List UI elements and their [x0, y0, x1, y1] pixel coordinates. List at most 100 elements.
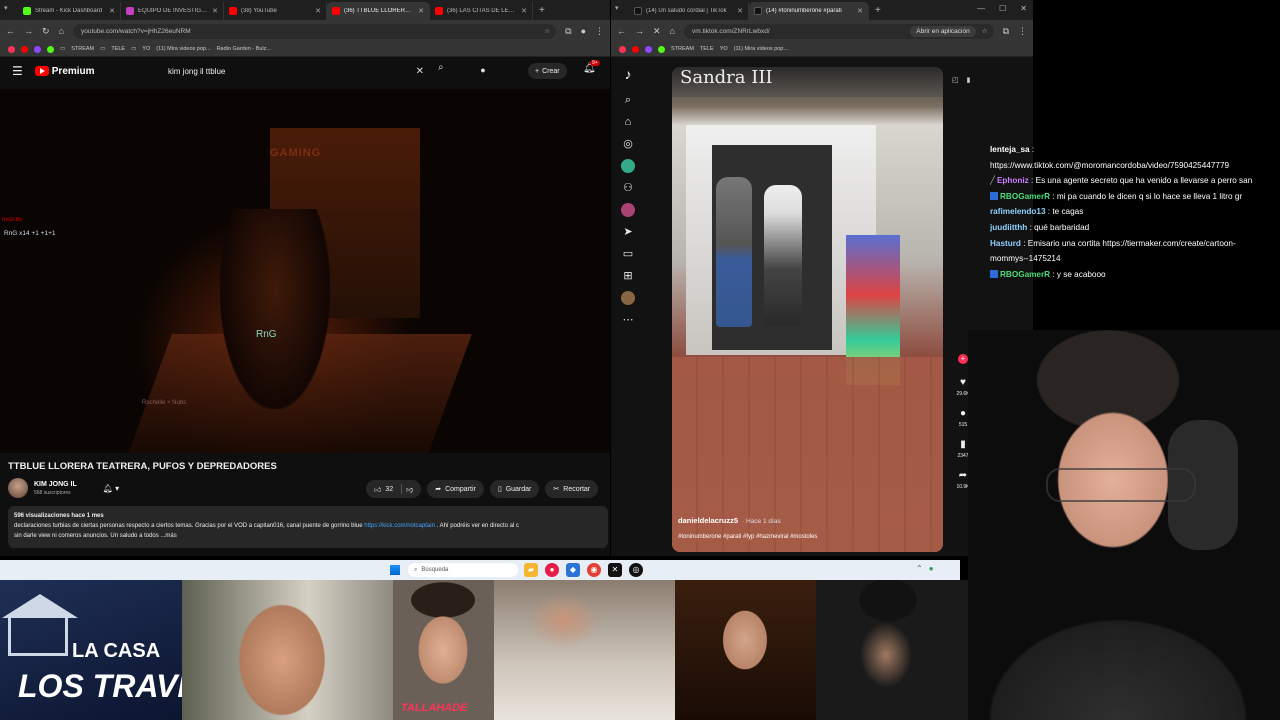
windows-start-icon[interactable] [390, 565, 400, 575]
profile-icon[interactable]: ● [581, 26, 586, 36]
forward-icon[interactable]: → [24, 26, 33, 36]
close-icon[interactable]: ✕ [212, 7, 218, 15]
star-icon[interactable]: ☆ [544, 27, 550, 35]
tab-menu-icon[interactable]: ▾ [4, 4, 8, 12]
thumbs-down-icon[interactable]: 👎︎ [406, 485, 413, 494]
tab-tiktok-saludo[interactable]: (14) Un saludo cordial | TikTok ✕ [629, 2, 749, 20]
new-tab-button[interactable]: + [533, 2, 551, 20]
bookmark-icon[interactable] [645, 45, 652, 53]
taskbar-search[interactable]: ⌕ Búsqueda [408, 563, 518, 577]
obs-icon[interactable]: ◎ [629, 563, 643, 577]
bookmark-stream[interactable]: STREAM [671, 46, 694, 52]
close-icon[interactable]: ✕ [521, 7, 527, 15]
search-icon[interactable]: ⌕ [621, 93, 635, 107]
url-field[interactable]: youtube.com/watch?v=jHhZ26euNRM ☆ [72, 23, 557, 39]
maximize-icon[interactable]: ☐ [999, 4, 1006, 13]
live-avatar-icon[interactable] [621, 203, 635, 217]
back-icon[interactable]: ← [6, 26, 15, 36]
bookmark-icon[interactable] [21, 45, 28, 53]
bookmark-yo[interactable]: YO [142, 46, 150, 52]
video-player[interactable]: GAMING RnG RnGKBlz RnG x14 +1 +1+1 Roche… [0, 89, 610, 453]
bookmark-icon[interactable] [658, 45, 665, 53]
share-button[interactable]: ➦ Compartir [427, 480, 484, 498]
tab-equipo[interactable]: EQUIPO DE INVESTIGAC ✕ [121, 2, 224, 20]
file-explorer-icon[interactable]: ▰ [524, 563, 538, 577]
channel-avatar[interactable] [8, 478, 28, 498]
tab-youtube[interactable]: (38) YouTube ✕ [224, 2, 327, 20]
bookmark-icon[interactable] [8, 45, 15, 53]
close-icon[interactable]: ✕ [418, 7, 424, 15]
close-icon[interactable]: ✕ [315, 7, 321, 15]
close-icon[interactable]: ✕ [857, 7, 863, 15]
bookmark-stream[interactable]: STREAM [71, 46, 94, 52]
tiktok-logo-icon[interactable]: ♪ [621, 67, 635, 81]
video-author[interactable]: danieldelacruzz5 · Hace 1 días [678, 516, 781, 525]
share-icon[interactable]: ➦ [959, 470, 967, 481]
more-icon[interactable]: ⋮ [595, 26, 604, 37]
bookmark-icon[interactable] [47, 45, 54, 53]
messages-icon[interactable]: ➤ [621, 225, 635, 239]
explore-icon[interactable]: ◎ [621, 137, 635, 151]
more-icon[interactable]: ⋯ [621, 313, 635, 327]
forward-icon[interactable]: → [635, 26, 644, 36]
channel-name[interactable]: KIM JONG IL [34, 481, 77, 488]
clip-button[interactable]: ✂ Recortar [545, 480, 599, 498]
close-window-icon[interactable]: ✕ [1020, 4, 1027, 13]
home-icon[interactable]: ⌂ [670, 26, 675, 36]
tiktok-video[interactable]: Sandra III danieldelacruzz5 · Hace 1 días… [672, 67, 943, 552]
tab-menu-icon[interactable]: ▾ [615, 4, 619, 12]
bookmark-mira-videos[interactable]: (11) Mira videos pop... [734, 46, 788, 52]
create-button[interactable]: + Crear [528, 63, 567, 79]
url-field[interactable]: vm.tiktok.com/ZNRrLwbxd/Abrir en aplicac… [683, 23, 994, 39]
upload-icon[interactable]: ⊞ [621, 269, 635, 283]
chrome-icon[interactable]: ◉ [587, 563, 601, 577]
save-button[interactable]: ▯ Guardar [489, 480, 540, 498]
stop-icon[interactable]: ✕ [653, 26, 661, 37]
record-app-icon[interactable]: ● [545, 563, 559, 577]
subscribed-bell-icon[interactable]: 🔔︎ ▾ [103, 484, 119, 493]
extensions-icon[interactable]: ⧉ [1003, 26, 1009, 37]
clear-search-icon[interactable]: ✕ [416, 66, 424, 77]
inbox-icon[interactable]: ▭ [621, 247, 635, 261]
volume-icon[interactable]: ▮ [967, 76, 971, 84]
following-avatar-icon[interactable] [621, 159, 635, 173]
tab-citas[interactable]: (36) LAS CITAS DE LEYEN ✕ [430, 2, 533, 20]
search-icon[interactable]: ⌕ [438, 62, 444, 73]
capcut-icon[interactable]: ✕ [608, 563, 622, 577]
close-icon[interactable]: ✕ [109, 7, 115, 15]
tab-tiktok-toni[interactable]: (14) #toninumberone #parati ✕ [749, 2, 869, 20]
tray-expand-icon[interactable]: ⌃ [916, 564, 923, 573]
bookmark-icon[interactable] [34, 45, 41, 53]
youtube-logo[interactable]: Premium [34, 66, 95, 77]
home-icon[interactable]: ⌂ [621, 115, 635, 129]
tray-app-icon[interactable]: ● [929, 564, 934, 573]
open-in-app-button[interactable]: Abrir en aplicación [910, 25, 976, 37]
home-icon[interactable]: ⌂ [59, 26, 64, 36]
comment-icon[interactable]: ● [960, 408, 966, 419]
minimize-icon[interactable]: — [977, 4, 985, 13]
app-icon[interactable]: ◆ [566, 563, 580, 577]
microphone-icon[interactable]: ● [474, 61, 492, 79]
description-link[interactable]: https://kick.com/notcaptain [364, 523, 435, 529]
bookmark-yo[interactable]: YO [720, 46, 728, 52]
search-input[interactable]: kim jong il ttblue ✕ [162, 62, 432, 80]
video-hashtags[interactable]: #toninumberone #parati #fyp #hazmeviral … [678, 534, 817, 540]
video-description[interactable]: 596 visualizaciones hace 1 mes declaraci… [8, 506, 608, 548]
bookmark-icon[interactable] [632, 45, 639, 53]
tab-ttblue[interactable]: (36) TTBLUE LLORERA TE ✕ [327, 2, 430, 20]
extensions-icon[interactable]: ⧉ [565, 26, 571, 37]
bookmark-tele[interactable]: TELE [700, 46, 714, 52]
bookmark-icon[interactable]: ▮ [960, 439, 966, 450]
tab-kick[interactable]: Stream - Kick Dashboard ✕ [18, 2, 121, 20]
back-icon[interactable]: ← [617, 26, 626, 36]
bookmark-mira-videos[interactable]: (11) Mira videos pop... [156, 46, 210, 52]
new-tab-button[interactable]: + [869, 2, 887, 20]
bookmark-radio-garden[interactable]: Radio Garden - Bulz... [217, 46, 271, 52]
friends-icon[interactable]: ⚇ [621, 181, 635, 195]
profile-avatar-icon[interactable] [621, 291, 635, 305]
more-icon[interactable]: ⋮ [1018, 26, 1027, 37]
star-icon[interactable]: ☆ [982, 27, 988, 35]
bookmark-tele[interactable]: TELE [111, 46, 125, 52]
reload-icon[interactable]: ↻ [42, 26, 50, 37]
follow-plus-icon[interactable]: + [958, 354, 968, 364]
